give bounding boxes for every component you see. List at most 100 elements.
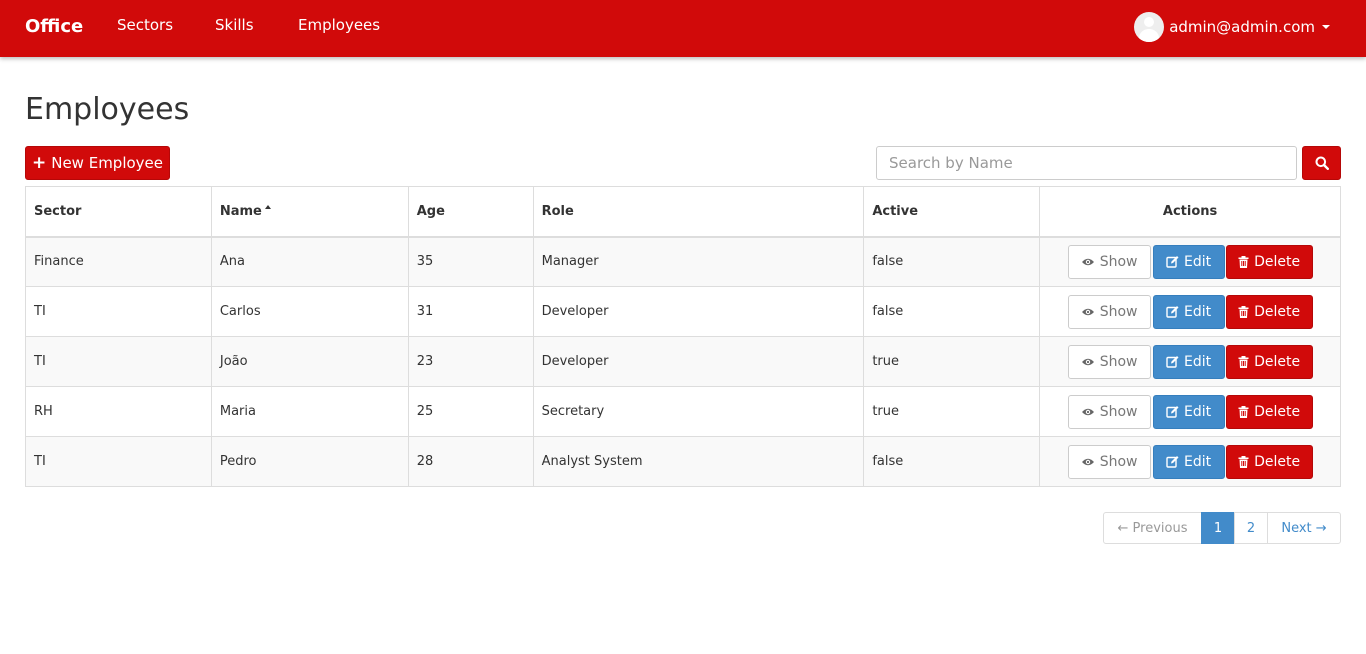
cell-sector: TI bbox=[25, 286, 212, 337]
cell-name: Carlos bbox=[210, 286, 409, 337]
delete-button[interactable]: Delete bbox=[1225, 394, 1313, 429]
show-label: Show bbox=[1099, 303, 1138, 320]
cell-role: Developer bbox=[532, 286, 865, 337]
table-row: TI João 23 Developer true Show Edit Delete bbox=[25, 336, 1341, 387]
eye-icon bbox=[1081, 357, 1095, 367]
edit-label: Edit bbox=[1184, 403, 1212, 420]
table-row: TI Carlos 31 Developer false Show Edit Delete bbox=[25, 286, 1341, 337]
delete-label: Delete bbox=[1254, 353, 1301, 370]
new-employee-button[interactable]: + New Employee bbox=[25, 146, 170, 180]
plus-icon: + bbox=[31, 153, 47, 173]
show-button[interactable]: Show bbox=[1067, 244, 1151, 279]
edit-button[interactable]: Edit bbox=[1152, 444, 1225, 479]
cell-active: false bbox=[863, 236, 1041, 287]
table-header-row: Sector Name Age Role Active Actions bbox=[25, 186, 1341, 238]
cell-name: Ana bbox=[210, 236, 409, 287]
eye-icon bbox=[1081, 307, 1095, 317]
cell-age: 28 bbox=[407, 436, 534, 487]
delete-label: Delete bbox=[1254, 303, 1301, 320]
trash-icon bbox=[1238, 405, 1249, 418]
cell-active: true bbox=[863, 336, 1041, 387]
cell-actions: Show Edit Delete bbox=[1039, 386, 1341, 437]
cell-active: false bbox=[863, 286, 1041, 337]
search-button[interactable] bbox=[1302, 146, 1341, 180]
edit-icon bbox=[1166, 255, 1179, 268]
trash-icon bbox=[1238, 305, 1249, 318]
header-sector[interactable]: Sector bbox=[25, 186, 212, 238]
header-active[interactable]: Active bbox=[863, 186, 1041, 238]
delete-button[interactable]: Delete bbox=[1225, 294, 1313, 329]
show-button[interactable]: Show bbox=[1067, 294, 1151, 329]
caret-down-icon bbox=[1322, 25, 1330, 29]
delete-label: Delete bbox=[1254, 403, 1301, 420]
cell-actions: Show Edit Delete bbox=[1039, 436, 1341, 487]
edit-icon bbox=[1166, 405, 1179, 418]
header-age[interactable]: Age bbox=[407, 186, 534, 238]
table-row: Finance Ana 35 Manager false Show Edit Delete bbox=[25, 236, 1341, 287]
cell-role: Analyst System bbox=[532, 436, 865, 487]
table-row: RH Maria 25 Secretary true Show Edit Delete bbox=[25, 386, 1341, 437]
pagination: ← Previous 1 2 Next → bbox=[1103, 512, 1341, 544]
show-label: Show bbox=[1099, 453, 1138, 470]
user-menu[interactable]: admin@admin.com bbox=[1134, 12, 1330, 42]
eye-icon bbox=[1081, 257, 1095, 267]
nav-link-sectors[interactable]: Sectors bbox=[117, 16, 173, 34]
table-row: TI Pedro 28 Analyst System false Show Edit Dele… bbox=[25, 436, 1341, 487]
search-input[interactable] bbox=[876, 146, 1297, 180]
cell-actions: Show Edit Delete bbox=[1039, 236, 1341, 287]
show-label: Show bbox=[1099, 403, 1138, 420]
show-label: Show bbox=[1099, 353, 1138, 370]
header-name[interactable]: Name bbox=[210, 186, 409, 238]
cell-role: Developer bbox=[532, 336, 865, 387]
edit-button[interactable]: Edit bbox=[1152, 394, 1225, 429]
show-label: Show bbox=[1099, 253, 1138, 270]
delete-button[interactable]: Delete bbox=[1225, 344, 1313, 379]
edit-icon bbox=[1166, 305, 1179, 318]
trash-icon bbox=[1238, 455, 1249, 468]
cell-age: 25 bbox=[407, 386, 534, 437]
cell-sector: Finance bbox=[25, 236, 212, 287]
cell-sector: TI bbox=[25, 436, 212, 487]
cell-sector: TI bbox=[25, 336, 212, 387]
delete-button[interactable]: Delete bbox=[1225, 244, 1313, 279]
cell-active: false bbox=[863, 436, 1041, 487]
nav-link-employees[interactable]: Employees bbox=[298, 16, 380, 34]
header-actions: Actions bbox=[1039, 186, 1341, 238]
pagination-previous[interactable]: ← Previous bbox=[1103, 512, 1202, 544]
pagination-page-1[interactable]: 1 bbox=[1201, 512, 1235, 544]
edit-button[interactable]: Edit bbox=[1152, 344, 1225, 379]
trash-icon bbox=[1238, 255, 1249, 268]
delete-button[interactable]: Delete bbox=[1225, 444, 1313, 479]
brand-logo[interactable]: Office bbox=[25, 16, 83, 37]
delete-label: Delete bbox=[1254, 453, 1301, 470]
eye-icon bbox=[1081, 457, 1095, 467]
cell-role: Manager bbox=[532, 236, 865, 287]
cell-name: Pedro bbox=[210, 436, 409, 487]
edit-label: Edit bbox=[1184, 353, 1212, 370]
user-email: admin@admin.com bbox=[1169, 18, 1315, 36]
cell-name: Maria bbox=[210, 386, 409, 437]
cell-sector: RH bbox=[25, 386, 212, 437]
pagination-page-2[interactable]: 2 bbox=[1234, 512, 1268, 544]
edit-label: Edit bbox=[1184, 303, 1212, 320]
new-employee-label: New Employee bbox=[51, 154, 164, 172]
show-button[interactable]: Show bbox=[1067, 344, 1151, 379]
eye-icon bbox=[1081, 407, 1095, 417]
edit-button[interactable]: Edit bbox=[1152, 294, 1225, 329]
employees-table: Sector Name Age Role Active Actions Fina… bbox=[25, 186, 1341, 487]
sort-asc-icon bbox=[264, 204, 271, 209]
avatar bbox=[1134, 12, 1165, 42]
header-role[interactable]: Role bbox=[532, 186, 865, 238]
show-button[interactable]: Show bbox=[1067, 394, 1151, 429]
cell-age: 23 bbox=[407, 336, 534, 387]
cell-active: true bbox=[863, 386, 1041, 437]
cell-name: João bbox=[210, 336, 409, 387]
show-button[interactable]: Show bbox=[1067, 444, 1151, 479]
navbar: Office Sectors Skills Employees admin@ad… bbox=[0, 0, 1366, 57]
trash-icon bbox=[1238, 355, 1249, 368]
cell-age: 31 bbox=[407, 286, 534, 337]
edit-button[interactable]: Edit bbox=[1152, 244, 1225, 279]
pagination-next[interactable]: Next → bbox=[1267, 512, 1341, 544]
delete-label: Delete bbox=[1254, 253, 1301, 270]
nav-link-skills[interactable]: Skills bbox=[215, 16, 254, 34]
